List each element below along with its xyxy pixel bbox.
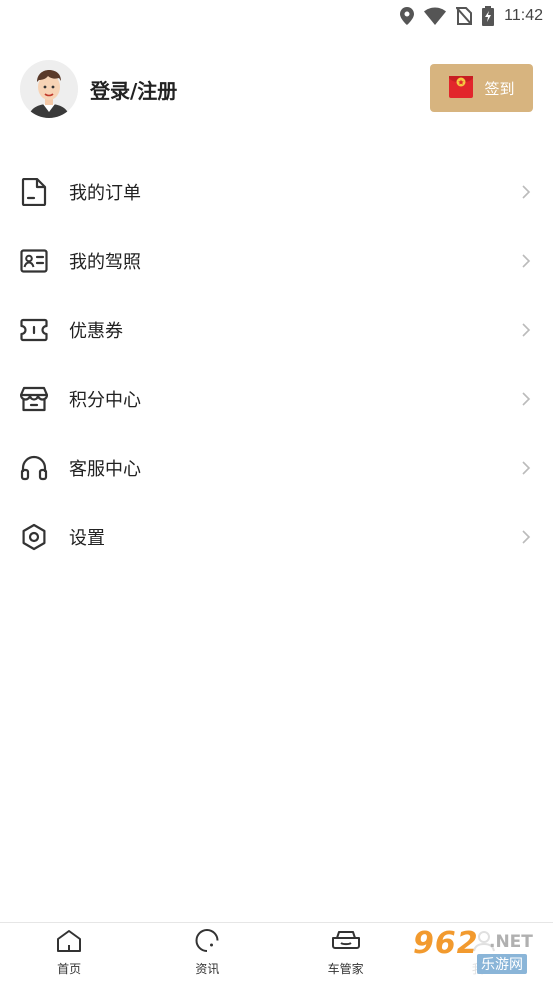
chevron-right-icon bbox=[521, 460, 531, 480]
no-sim-icon bbox=[456, 7, 473, 25]
nav-tab-label: 资讯 bbox=[195, 962, 220, 976]
watermark-number: 962 bbox=[413, 926, 479, 961]
avatar-illustration-icon bbox=[20, 60, 78, 118]
wifi-icon bbox=[424, 7, 447, 25]
signin-label: 签到 bbox=[484, 79, 515, 98]
menu-item-label: 我的订单 bbox=[69, 182, 141, 204]
menu-item-license[interactable]: 我的驾照 bbox=[0, 226, 553, 295]
chevron-right-icon bbox=[521, 391, 531, 411]
nav-tab-label: 车管家 bbox=[327, 962, 364, 976]
id-card-icon bbox=[20, 247, 48, 275]
ticket-icon bbox=[20, 316, 48, 344]
red-envelope-icon bbox=[448, 73, 474, 103]
signin-button[interactable]: 签到 bbox=[430, 64, 533, 112]
watermark-site-name: 乐游网 bbox=[477, 954, 527, 974]
menu-item-support[interactable]: 客服中心 bbox=[0, 433, 553, 502]
chevron-right-icon bbox=[521, 253, 531, 273]
document-icon bbox=[20, 177, 48, 206]
chevron-right-icon bbox=[521, 184, 531, 204]
watermark: 962 .NET 乐游网 bbox=[407, 926, 547, 978]
car-icon bbox=[331, 929, 361, 956]
chevron-right-icon bbox=[521, 322, 531, 342]
location-icon bbox=[400, 7, 415, 25]
news-icon bbox=[194, 929, 220, 956]
menu-item-label: 积分中心 bbox=[69, 389, 141, 411]
chevron-right-icon bbox=[521, 529, 531, 549]
menu-item-coupons[interactable]: 优惠券 bbox=[0, 295, 553, 364]
status-time: 11:42 bbox=[504, 7, 543, 24]
profile-header: 登录/注册 签到 bbox=[20, 60, 533, 118]
home-icon bbox=[56, 929, 82, 956]
menu-item-label: 设置 bbox=[69, 527, 105, 549]
watermark-net: .NET bbox=[489, 932, 533, 952]
menu-item-settings[interactable]: 设置 bbox=[0, 502, 553, 571]
menu-item-points[interactable]: 积分中心 bbox=[0, 364, 553, 433]
login-register-link[interactable]: 登录/注册 bbox=[90, 75, 177, 104]
nav-tab-home[interactable]: 首页 bbox=[0, 923, 138, 983]
menu-item-label: 客服中心 bbox=[69, 458, 141, 480]
menu-item-orders[interactable]: 我的订单 bbox=[0, 157, 553, 226]
menu-item-label: 优惠券 bbox=[69, 320, 123, 342]
headset-icon bbox=[20, 454, 48, 482]
menu-item-label: 我的驾照 bbox=[69, 251, 141, 273]
status-bar: 11:42 bbox=[0, 0, 553, 32]
nav-tab-car-manager[interactable]: 车管家 bbox=[277, 923, 415, 983]
menu-list: 我的订单 我的驾照 优惠券 积分中心 客服中心 设置 bbox=[0, 157, 553, 571]
avatar[interactable] bbox=[20, 60, 78, 118]
store-icon bbox=[20, 385, 48, 413]
battery-icon bbox=[482, 6, 495, 26]
settings-icon bbox=[20, 523, 48, 551]
nav-tab-label: 首页 bbox=[57, 962, 82, 976]
nav-tab-news[interactable]: 资讯 bbox=[138, 923, 276, 983]
